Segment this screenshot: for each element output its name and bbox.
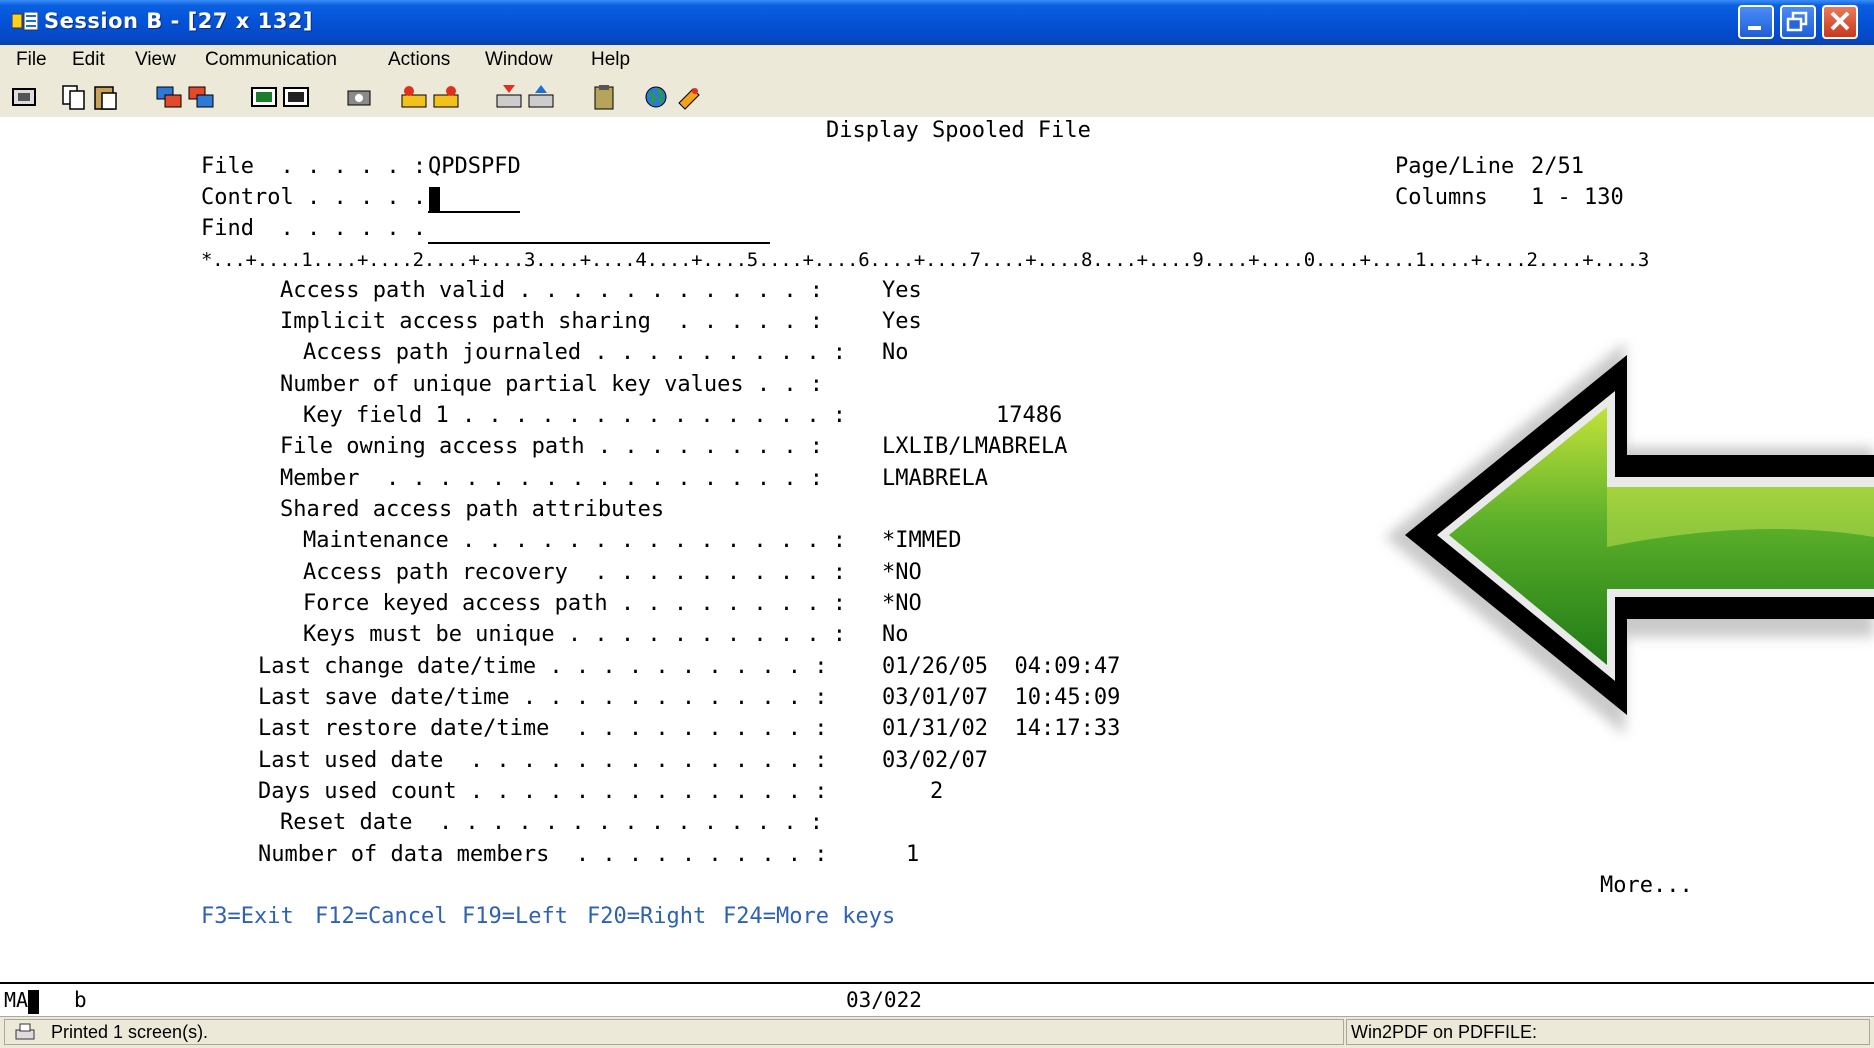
- find-label: Find . . . . . .: [201, 216, 427, 241]
- status-bar: Printed 1 screen(s). Win2PDF on PDFFILE:: [0, 1016, 1874, 1048]
- page-line-value: 2/51: [1531, 154, 1584, 179]
- row-value: No: [882, 340, 909, 365]
- row-label: Implicit access path sharing . . . . . :: [280, 309, 824, 334]
- row-label: Last used date . . . . . . . . . . . . .…: [258, 748, 828, 773]
- row-value: LMABRELA: [882, 466, 988, 491]
- row-label: Last save date/time . . . . . . . . . . …: [258, 685, 828, 710]
- row-label: Shared access path attributes: [280, 497, 665, 522]
- settings-icon[interactable]: [675, 83, 703, 111]
- fkey-exit[interactable]: F3=Exit: [201, 903, 294, 931]
- row-value: No: [882, 622, 909, 647]
- row-label: File owning access path . . . . . . . . …: [280, 434, 824, 459]
- receive-file-icon[interactable]: [187, 83, 215, 111]
- oia-indicator: b: [74, 988, 87, 1012]
- row-value: LXLIB/LMABRELA: [882, 434, 1068, 459]
- columns-value: 1 - 130: [1531, 185, 1624, 210]
- menu-edit[interactable]: Edit: [72, 49, 105, 71]
- text-cursor: [429, 187, 440, 211]
- display-icon[interactable]: [250, 83, 278, 111]
- row-value: 01/31/02 14:17:33: [882, 716, 1121, 741]
- menu-view[interactable]: View: [135, 49, 176, 71]
- clipboard-icon[interactable]: [590, 83, 618, 111]
- row-label: Last restore date/time . . . . . . . . .…: [258, 716, 828, 741]
- menu-file[interactable]: File: [16, 49, 47, 71]
- row-label: Maintenance . . . . . . . . . . . . . . …: [303, 528, 847, 553]
- transfer-from-host-icon[interactable]: [527, 83, 555, 111]
- oia-cursor-position: 03/022: [846, 988, 922, 1012]
- window-title: Session B - [27 x 132]: [44, 9, 314, 33]
- file-label: File . . . . . :: [201, 154, 427, 179]
- row-value: 17486: [996, 403, 1063, 428]
- row-label: Access path journaled . . . . . . . . . …: [303, 340, 847, 365]
- control-label: Control . . . . .: [201, 185, 427, 210]
- column-ruler: *...+....1....+....2....+....3....+....4…: [201, 249, 1650, 271]
- page-line-label: Page/Line: [1395, 154, 1515, 179]
- row-label: Number of data members . . . . . . . . .…: [258, 842, 828, 867]
- row-label: Days used count . . . . . . . . . . . . …: [258, 779, 828, 804]
- status-message: Printed 1 screen(s).: [51, 1022, 209, 1042]
- copy-icon[interactable]: [60, 83, 88, 111]
- row-value: 03/02/07: [882, 748, 988, 773]
- oia-cursor: [28, 990, 39, 1014]
- row-value: Yes: [882, 278, 922, 303]
- row-value: 03/01/07 10:45:09: [882, 685, 1121, 710]
- status-printer: Win2PDF on PDFFILE:: [1351, 1022, 1538, 1042]
- row-value: 2: [930, 779, 944, 804]
- minimize-button[interactable]: [1738, 5, 1774, 39]
- oia-mode: MA: [4, 988, 29, 1012]
- menu-bar: File Edit View Communication Actions Win…: [0, 45, 1874, 77]
- macro-icon[interactable]: [345, 83, 373, 111]
- record-macro-icon[interactable]: [400, 83, 428, 111]
- green-arrow-graphic: [1385, 342, 1874, 735]
- menu-window[interactable]: Window: [485, 49, 553, 71]
- print-screen-icon[interactable]: [10, 83, 38, 111]
- row-label: Access path valid . . . . . . . . . . . …: [280, 278, 824, 303]
- paste-icon[interactable]: [92, 83, 120, 111]
- keyboard-icon[interactable]: [282, 83, 310, 111]
- play-macro-icon[interactable]: [432, 83, 460, 111]
- fkey-left[interactable]: F19=Left: [462, 903, 568, 931]
- title-bar: Session B - [27 x 132]: [0, 0, 1874, 45]
- menu-communication[interactable]: Communication: [205, 49, 337, 71]
- row-label: Last change date/time . . . . . . . . . …: [258, 654, 828, 679]
- row-label: Keys must be unique . . . . . . . . . . …: [303, 622, 847, 647]
- columns-label: Columns: [1395, 185, 1488, 210]
- row-label: Key field 1 . . . . . . . . . . . . . . …: [303, 403, 847, 428]
- row-label: Reset date . . . . . . . . . . . . . . :: [280, 810, 824, 835]
- row-value: *NO: [882, 591, 922, 616]
- restore-button[interactable]: [1780, 5, 1816, 39]
- menu-actions[interactable]: Actions: [388, 49, 450, 71]
- send-file-icon[interactable]: [155, 83, 183, 111]
- fkey-right[interactable]: F20=Right: [587, 903, 706, 931]
- close-button[interactable]: [1822, 5, 1858, 39]
- row-label: Access path recovery . . . . . . . . . :: [303, 560, 847, 585]
- screen-title: Display Spooled File: [826, 118, 1091, 143]
- row-value: *NO: [882, 560, 922, 585]
- app-icon[interactable]: [11, 11, 39, 32]
- row-label: Number of unique partial key values . . …: [280, 372, 824, 397]
- status-message-pane: Printed 1 screen(s).: [4, 1019, 1344, 1045]
- find-input[interactable]: [428, 242, 770, 244]
- row-value: 1: [906, 842, 920, 867]
- operator-info-area: MA b 03/022: [0, 982, 1874, 1016]
- row-label: Member . . . . . . . . . . . . . . . . :: [280, 466, 824, 491]
- file-value: QPDSPFD: [428, 154, 521, 179]
- row-value: Yes: [882, 309, 922, 334]
- row-value: 01/26/05 04:09:47: [882, 654, 1121, 679]
- row-value: *IMMED: [882, 528, 962, 553]
- printer-icon: [15, 1023, 35, 1040]
- fkey-cancel[interactable]: F12=Cancel: [315, 903, 447, 931]
- more-indicator: More...: [1600, 873, 1693, 898]
- status-printer-pane: Win2PDF on PDFFILE:: [1346, 1019, 1870, 1045]
- fkey-more-keys[interactable]: F24=More keys: [723, 903, 895, 931]
- transfer-to-host-icon[interactable]: [495, 83, 523, 111]
- globe-icon[interactable]: [643, 83, 671, 111]
- toolbar: [0, 77, 1874, 117]
- row-label: Force keyed access path . . . . . . . . …: [303, 591, 847, 616]
- menu-help[interactable]: Help: [591, 49, 630, 71]
- control-input[interactable]: [428, 211, 520, 213]
